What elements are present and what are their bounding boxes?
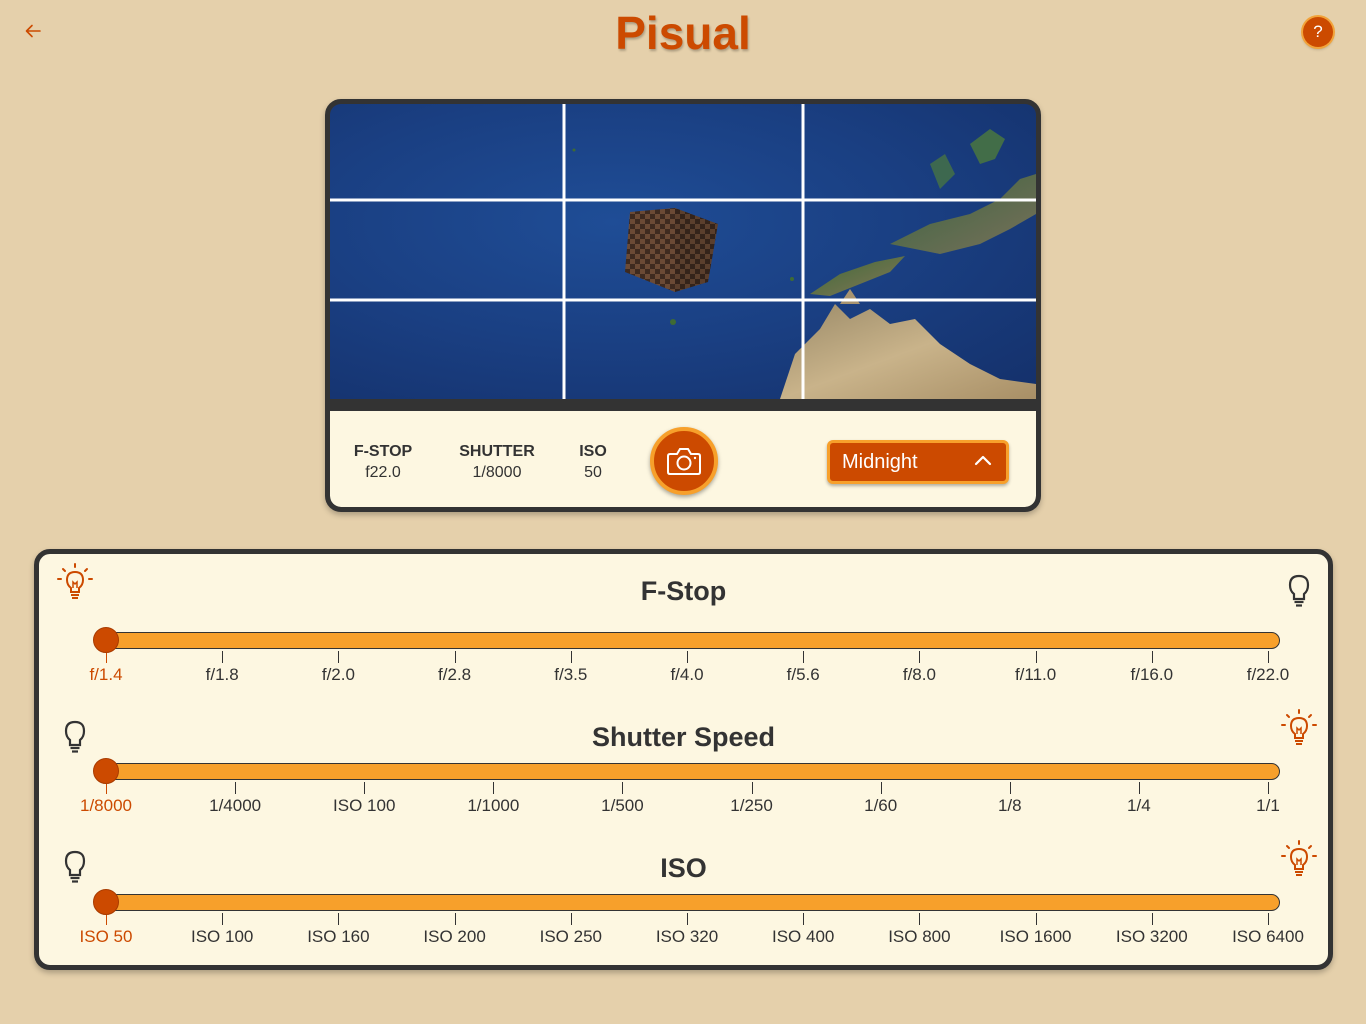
shutter-tick-label[interactable]: 1/8 (998, 796, 1022, 816)
fstop-tick-label[interactable]: f/16.0 (1131, 665, 1174, 685)
iso-tick (454, 913, 456, 925)
iso-tick (338, 913, 340, 925)
iso-tick (570, 913, 572, 925)
fstop-slider-title: F-Stop (640, 576, 727, 606)
iso-tick-label[interactable]: ISO 50 (80, 927, 133, 947)
shutter-tick (622, 782, 624, 794)
iso-tick-label[interactable]: ISO 160 (307, 927, 369, 947)
iso-tick (222, 913, 224, 925)
fstop-tick (1035, 651, 1037, 663)
shutter-tick (364, 782, 366, 794)
shutter-value: 1/8000 (472, 464, 522, 481)
shutter-slider-title: Shutter Speed (591, 722, 776, 752)
iso-slider-title: ISO (660, 853, 707, 883)
iso-value: 50 (584, 464, 602, 481)
lightbulb-on-icon (55, 562, 95, 602)
fstop-slider-track[interactable] (105, 632, 1280, 649)
shutter-tick (1268, 782, 1269, 794)
lightbulb-off-icon (1279, 570, 1319, 610)
iso-slider-track[interactable] (105, 894, 1280, 911)
shutter-tick-label[interactable]: 1/4000 (209, 796, 261, 816)
fstop-tick-label[interactable]: f/22.0 (1247, 665, 1290, 685)
fstop-tick (803, 651, 805, 663)
fstop-tick (222, 651, 224, 663)
fstop-tick-label[interactable]: f/5.6 (787, 665, 820, 685)
fstop-tick-label[interactable]: f/11.0 (1015, 665, 1056, 685)
shutter-tick (1138, 782, 1140, 794)
iso-tick-label[interactable]: ISO 100 (191, 927, 253, 947)
fstop-tick-label[interactable]: f/3.5 (554, 665, 587, 685)
shutter-tick (235, 782, 237, 794)
lightbulb-on-icon (1279, 708, 1319, 748)
iso-tick-label[interactable]: ISO 6400 (1232, 927, 1304, 947)
fstop-tick-label[interactable]: f/8.0 (903, 665, 936, 685)
fstop-label: F-STOP (353, 443, 413, 460)
fstop-tick-label[interactable]: f/4.0 (670, 665, 703, 685)
iso-tick-label[interactable]: ISO 250 (540, 927, 602, 947)
lightbulb-off-icon (55, 716, 95, 756)
iso-tick-label[interactable]: ISO 320 (656, 927, 718, 947)
shutter-label: SHUTTER (459, 443, 535, 460)
shutter-readout: SHUTTER 1/8000 (457, 443, 537, 482)
iso-slider-thumb[interactable] (93, 889, 119, 915)
iso-readout: ISO 50 (575, 443, 611, 482)
iso-tick (919, 913, 921, 925)
shutter-tick-label[interactable]: 1/4 (1127, 796, 1151, 816)
fstop-tick (338, 651, 340, 663)
chevron-up-icon (974, 455, 992, 466)
fstop-tick (687, 651, 688, 663)
lighting-preset-select[interactable]: Midnight (827, 440, 1009, 484)
fstop-tick-label[interactable]: f/1.4 (89, 665, 122, 685)
camera-preview-card: F-STOP f22.0 SHUTTER 1/8000 ISO 50 Midni… (325, 99, 1041, 512)
fstop-tick (919, 651, 921, 663)
shutter-tick (751, 782, 753, 794)
app-title: Pisual (615, 7, 751, 59)
iso-tick (803, 913, 805, 925)
checkered-cube (625, 208, 718, 292)
fstop-tick-label[interactable]: f/2.8 (438, 665, 471, 685)
shutter-tick (880, 782, 882, 794)
fstop-tick-label[interactable]: f/2.0 (322, 665, 355, 685)
iso-tick (1035, 913, 1037, 925)
iso-tick-label[interactable]: ISO 3200 (1116, 927, 1188, 947)
fstop-tick (1151, 651, 1153, 663)
lightbulb-on-icon (1279, 839, 1319, 879)
shutter-tick-label[interactable]: 1/8000 (80, 796, 132, 816)
fstop-readout: F-STOP f22.0 (352, 443, 414, 482)
iso-tick-label[interactable]: ISO 200 (423, 927, 485, 947)
shutter-tick-label[interactable]: 1/60 (864, 796, 897, 816)
shutter-tick-label[interactable]: ISO 100 (333, 796, 395, 816)
shutter-tick-label[interactable]: 1/250 (730, 796, 773, 816)
iso-tick-label[interactable]: ISO 400 (772, 927, 834, 947)
shutter-tick-label[interactable]: 1/1000 (467, 796, 519, 816)
shutter-tick (493, 782, 495, 794)
exposure-info-bar: F-STOP f22.0 SHUTTER 1/8000 ISO 50 Midni… (330, 411, 1036, 507)
camera-viewport (330, 104, 1036, 399)
capture-button[interactable] (650, 427, 718, 495)
iso-tick (1151, 913, 1153, 925)
shutter-tick-label[interactable]: 1/500 (601, 796, 644, 816)
fstop-value: f22.0 (365, 464, 401, 481)
help-button[interactable]: ? (1303, 17, 1333, 47)
fstop-slider-thumb[interactable] (93, 627, 119, 653)
fstop-tick (570, 651, 572, 663)
globe-scene (330, 104, 1036, 399)
camera-icon (667, 448, 701, 475)
shutter-slider-track[interactable] (105, 763, 1280, 780)
iso-tick (1268, 913, 1269, 925)
shutter-tick-label[interactable]: 1/1 (1256, 796, 1280, 816)
shutter-tick (1009, 782, 1011, 794)
iso-tick (687, 913, 688, 925)
iso-tick-label[interactable]: ISO 800 (888, 927, 950, 947)
fstop-tick-label[interactable]: f/1.8 (206, 665, 239, 685)
fstop-tick (1268, 651, 1269, 663)
exposure-controls-card: F-Stop f/1.4 f/1.8 f/2.0 f/2.8 f/3.5 f/4.0 f/5… (34, 549, 1333, 970)
iso-label: ISO (579, 443, 607, 460)
lightbulb-off-icon (55, 846, 95, 886)
iso-tick-label[interactable]: ISO 1600 (1000, 927, 1072, 947)
fstop-tick (454, 651, 456, 663)
preset-value: Midnight (842, 450, 918, 473)
shutter-slider-thumb[interactable] (93, 758, 119, 784)
